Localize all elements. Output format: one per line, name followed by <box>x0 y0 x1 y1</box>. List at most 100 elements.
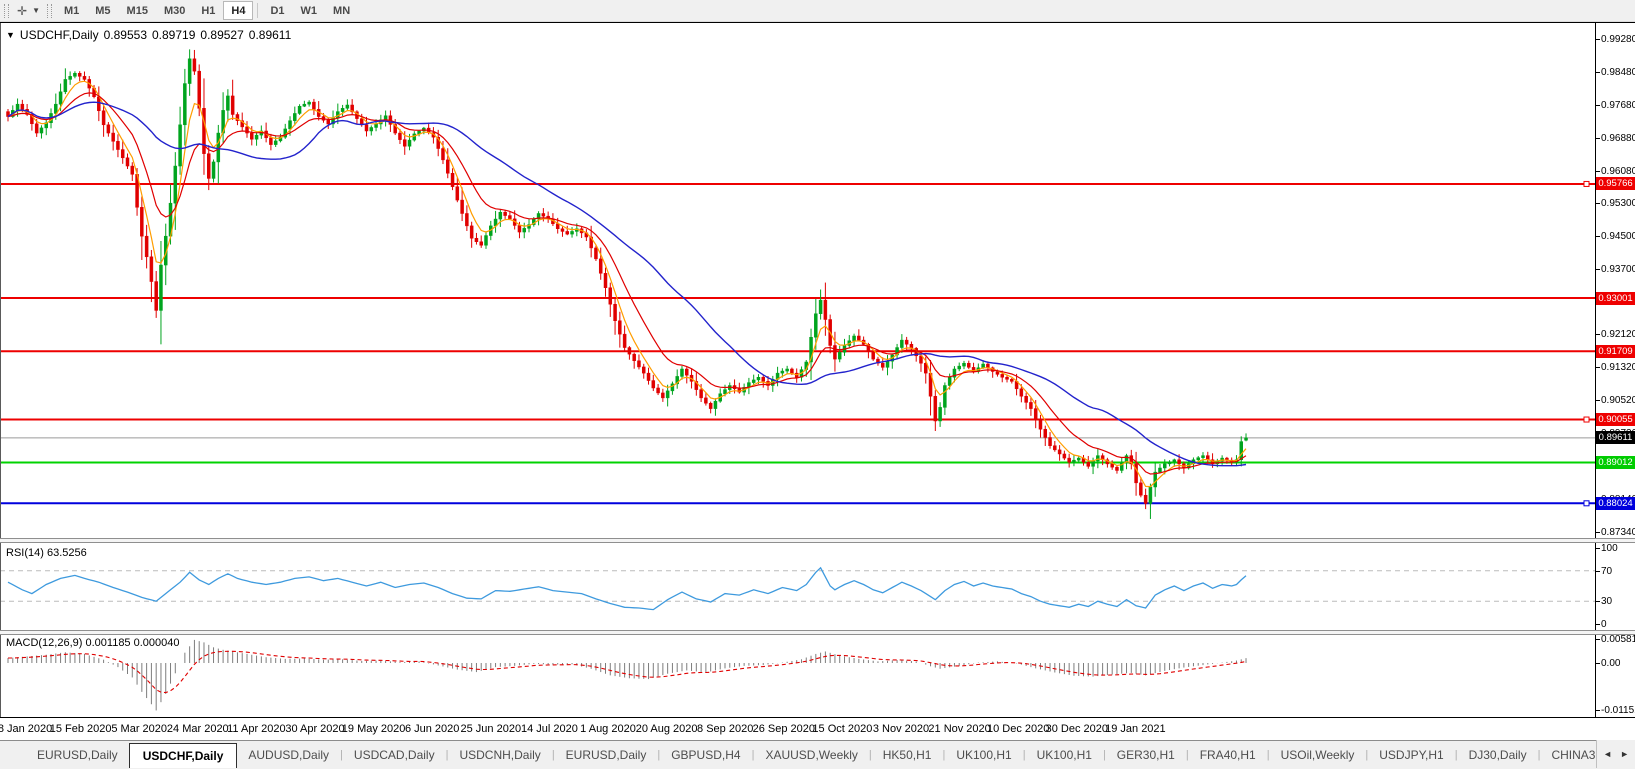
candle-body <box>40 128 43 133</box>
panel-separator[interactable] <box>0 630 1635 635</box>
tab-scroll-arrows: ◄ ► <box>1596 740 1635 768</box>
chart-tab-eurusd-daily[interactable]: EURUSD,Daily <box>26 743 129 767</box>
chart-tab-usdchf-daily[interactable]: USDCHF,Daily <box>129 743 238 768</box>
timeframe-button-m5[interactable]: M5 <box>87 1 118 20</box>
timeframe-button-mn[interactable]: MN <box>325 1 358 20</box>
chart-tab-fra40-h1[interactable]: FRA40,H1 <box>1189 743 1267 767</box>
candle-body <box>939 407 942 421</box>
candle-body <box>647 373 650 380</box>
price-tick-mark <box>1595 236 1600 237</box>
chart-tab-usdjpy-h1[interactable]: USDJPY,H1 <box>1368 743 1454 767</box>
candle-body <box>905 340 908 344</box>
price-axis-line[interactable] <box>1595 23 1596 717</box>
rsi-tick-mark <box>1595 548 1600 549</box>
panel-separator[interactable] <box>0 538 1635 543</box>
toolbar-separator <box>257 3 258 18</box>
chart-tab-dj30-daily[interactable]: DJ30,Daily <box>1458 743 1538 767</box>
toolbar-grip[interactable] <box>4 4 9 18</box>
ma-slow-line[interactable] <box>8 102 1246 466</box>
timeframe-button-m15[interactable]: M15 <box>119 1 156 20</box>
chart-tab-usdcnh-daily[interactable]: USDCNH,Daily <box>448 743 551 767</box>
candle-body <box>1245 438 1248 440</box>
candle-body <box>140 207 143 236</box>
macd-signal-line[interactable] <box>8 651 1246 692</box>
macd-indicator-label: MACD(12,26,9) 0.001185 0.000040 <box>6 637 180 649</box>
candle-body <box>1025 396 1028 402</box>
date-axis[interactable]: 28 Jan 202015 Feb 20205 Mar 202024 Mar 2… <box>0 717 1635 742</box>
chart-tab-ger30-h1[interactable]: GER30,H1 <box>1106 743 1186 767</box>
date-tick-label: 10 Dec 2020 <box>987 723 1049 735</box>
candle-body <box>16 104 19 110</box>
candle-body <box>833 345 836 359</box>
candle-body <box>614 304 617 321</box>
candle-body <box>121 150 124 158</box>
level-price-label: 0.90055 <box>1596 413 1635 426</box>
candle-body <box>485 236 488 246</box>
candle-body <box>83 76 86 79</box>
candle-body <box>231 96 234 115</box>
ohlc-high: 0.89719 <box>152 28 195 42</box>
candle-body <box>633 354 636 361</box>
date-tick-label: 19 May 2020 <box>342 723 406 735</box>
chart-tab-audusd-daily[interactable]: AUDUSD,Daily <box>237 743 340 767</box>
chart-tab-uk100-h1[interactable]: UK100,H1 <box>1026 743 1103 767</box>
crosshair-tool-icon[interactable]: ✛ <box>13 4 29 18</box>
candle-body <box>499 212 502 219</box>
timeframe-buttons: M1M5M15M30H1H4 D1W1MN <box>56 1 358 20</box>
level-endpoint-handle[interactable] <box>1584 501 1589 506</box>
candle-body <box>1115 467 1118 470</box>
price-tick-mark <box>1595 72 1600 73</box>
candle-body <box>1034 409 1037 419</box>
candle-body <box>183 84 186 125</box>
chart-tab-usdcad-daily[interactable]: USDCAD,Daily <box>343 743 446 767</box>
rsi-line[interactable] <box>8 568 1246 610</box>
chart-tab-eurusd-daily[interactable]: EURUSD,Daily <box>555 743 658 767</box>
chart-tab-hk50-h1[interactable]: HK50,H1 <box>872 743 943 767</box>
level-endpoint-handle[interactable] <box>1584 181 1589 186</box>
candle-body <box>886 361 889 367</box>
chart-tab-usoil-weekly[interactable]: USOil,Weekly <box>1270 743 1366 767</box>
timeframe-button-m30[interactable]: M30 <box>156 1 193 20</box>
window-left-border <box>0 23 1 717</box>
price-tick-label: 0.94500 <box>1601 231 1635 242</box>
candle-body <box>757 377 760 380</box>
chart-tab-china300-h1[interactable]: CHINA300,H1 <box>1540 743 1597 767</box>
candle-body <box>21 104 24 109</box>
chart-tab-gbpusd-h4[interactable]: GBPUSD,H4 <box>660 743 751 767</box>
candle-body <box>341 108 344 111</box>
ma-mid-line[interactable] <box>8 93 1246 474</box>
candle-body <box>293 113 296 120</box>
date-tick-label: 6 Jun 2020 <box>405 723 459 735</box>
candle-body <box>518 225 521 232</box>
candle-body <box>365 125 368 131</box>
collapse-indicator-icon[interactable]: ▼ <box>6 30 15 40</box>
timeframe-button-d1[interactable]: D1 <box>262 1 292 20</box>
tabs-scroll-right-button[interactable]: ► <box>1617 747 1632 761</box>
timeframe-button-h1[interactable]: H1 <box>193 1 223 20</box>
candle-body <box>963 363 966 366</box>
candle-body <box>269 138 272 145</box>
timeframe-button-w1[interactable]: W1 <box>293 1 326 20</box>
candle-body <box>250 133 253 139</box>
candle-body <box>1087 462 1090 466</box>
chevron-down-icon[interactable]: ▼ <box>29 6 43 15</box>
timeframe-button-m1[interactable]: M1 <box>56 1 87 20</box>
date-tick-label: 19 Jan 2021 <box>1105 723 1166 735</box>
timeframe-button-h4[interactable]: H4 <box>223 1 253 20</box>
candle-body <box>1168 462 1171 464</box>
tabs-scroll-left-button[interactable]: ◄ <box>1600 747 1615 761</box>
toolbar-grip[interactable] <box>47 4 52 18</box>
price-tick-mark <box>1595 138 1600 139</box>
price-tick-label: 0.96080 <box>1601 166 1635 177</box>
level-endpoint-handle[interactable] <box>1584 417 1589 422</box>
chart-tab-xauusd-weekly[interactable]: XAUUSD,Weekly <box>754 743 868 767</box>
candle-body <box>375 124 378 128</box>
candle-body <box>73 73 76 76</box>
price-chart-canvas[interactable] <box>0 23 1635 717</box>
date-tick-label: 26 Sep 2020 <box>753 723 815 735</box>
rsi-tick-label: 0 <box>1601 619 1607 630</box>
candle-body <box>1010 379 1013 381</box>
ma-fast-line[interactable] <box>8 81 1246 486</box>
candle-body <box>308 102 311 104</box>
chart-tab-uk100-h1[interactable]: UK100,H1 <box>945 743 1022 767</box>
